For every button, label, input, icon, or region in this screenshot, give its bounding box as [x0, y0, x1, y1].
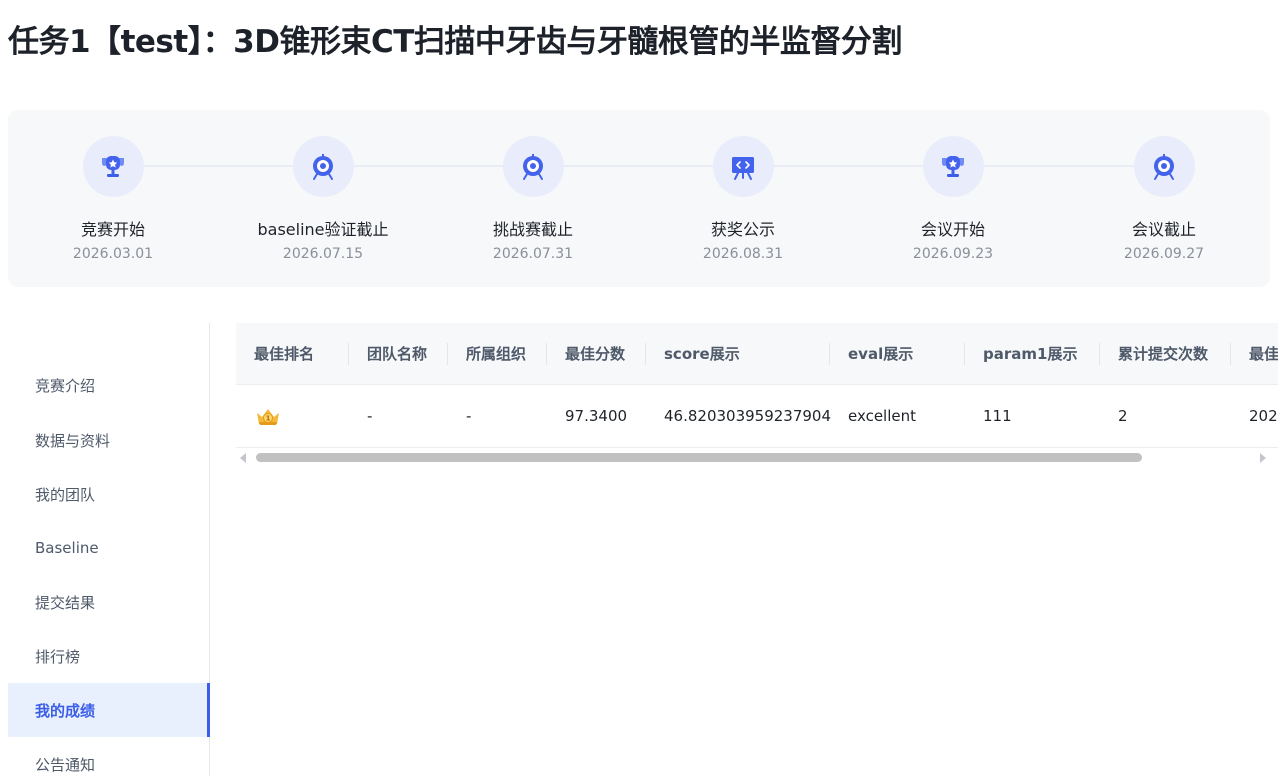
column-header-label: 团队名称 — [367, 345, 428, 363]
best-time-cell: 202 — [1249, 407, 1278, 425]
column-header: 所属组织 — [448, 323, 547, 384]
timeline-step-award-announcement: 获奖公示 2026.08.31 — [643, 136, 843, 262]
sidebar-item-my-results[interactable]: 我的成绩 — [8, 683, 210, 737]
eval-show-cell: excellent — [848, 407, 917, 425]
column-header-label: score展示 — [664, 345, 740, 363]
column-header: 最佳 — [1231, 323, 1278, 384]
target-icon — [502, 136, 564, 197]
sidebar-item-label: 竞赛介绍 — [35, 376, 96, 395]
column-header-label: 最佳分数 — [565, 345, 626, 363]
column-header-label: eval展示 — [848, 345, 914, 363]
timeline-step-conference-start: 会议开始 2026.09.23 — [853, 136, 1053, 262]
team-name-cell: - — [367, 407, 373, 425]
trophy-icon — [82, 136, 144, 197]
competition-timeline: 竞赛开始 2026.03.01 baseline验证截止 2026.07.15 — [8, 110, 1270, 287]
timeline-step-baseline-deadline: baseline验证截止 2026.07.15 — [223, 136, 423, 262]
table-row: 1 - - 97.3400 46.820303959237904 excelle… — [236, 385, 1278, 448]
timeline-step-conference-end: 会议截止 2026.09.27 — [1064, 136, 1264, 262]
column-header: 团队名称 — [349, 323, 448, 384]
column-header-label: 最佳 — [1249, 345, 1278, 363]
target-icon — [292, 136, 354, 197]
timeline-label: 获奖公示 — [710, 220, 775, 239]
sidebar-nav: 竞赛介绍 数据与资料 我的团队 Baseline 提交结果 排行榜 我的成绩 公… — [8, 323, 210, 776]
column-header: 最佳分数 — [547, 323, 646, 384]
sidebar-item-my-team[interactable]: 我的团队 — [8, 467, 209, 521]
results-table: 最佳排名 团队名称 所属组织 最佳分数 score展示 eval展示 param… — [236, 323, 1278, 468]
param1-show-cell: 111 — [983, 407, 1012, 425]
organization-cell: - — [466, 407, 472, 425]
horizontal-scrollbar[interactable] — [236, 449, 1270, 467]
sidebar-item-label: 我的成绩 — [35, 701, 96, 720]
sidebar-item-label: 排行榜 — [35, 647, 81, 666]
column-header: eval展示 — [830, 323, 965, 384]
column-header: 最佳排名 — [236, 323, 349, 384]
scroll-right-arrow-icon[interactable] — [1260, 453, 1266, 463]
timeline-date: 2026.09.23 — [912, 246, 994, 262]
score-show-cell: 46.820303959237904 — [664, 407, 832, 425]
svg-text:1: 1 — [266, 415, 271, 423]
sidebar-item-label: 提交结果 — [35, 593, 96, 612]
column-header-label: 所属组织 — [466, 345, 527, 363]
scrollbar-thumb[interactable] — [256, 453, 1142, 462]
column-header: 累计提交次数 — [1100, 323, 1231, 384]
timeline-label: 竞赛开始 — [80, 220, 145, 239]
timeline-label: 会议开始 — [920, 220, 985, 239]
trophy-icon — [922, 136, 984, 197]
timeline-label: 会议截止 — [1131, 220, 1196, 239]
sidebar-item-baseline[interactable]: Baseline — [8, 521, 209, 575]
timeline-date: 2026.08.31 — [702, 246, 784, 262]
column-header-label: 累计提交次数 — [1118, 345, 1209, 363]
sidebar-item-label: 公告通知 — [35, 755, 96, 774]
column-header: param1展示 — [965, 323, 1100, 384]
timeline-step-start: 竞赛开始 2026.03.01 — [13, 136, 213, 262]
column-header: score展示 — [646, 323, 830, 384]
submit-count-cell: 2 — [1118, 407, 1128, 425]
timeline-step-challenge-deadline: 挑战赛截止 2026.07.31 — [433, 136, 633, 262]
column-header-label: 最佳排名 — [254, 345, 315, 363]
sidebar-item-label: 数据与资料 — [35, 431, 111, 450]
best-score-cell: 97.3400 — [565, 407, 628, 425]
target-icon — [1133, 136, 1195, 197]
sidebar-item-label: 我的团队 — [35, 485, 96, 504]
sidebar-item-submit[interactable]: 提交结果 — [8, 575, 209, 629]
presentation-icon — [712, 136, 774, 197]
sidebar-item-label: Baseline — [35, 539, 99, 557]
timeline-label: baseline验证截止 — [257, 220, 389, 239]
page-title: 任务1【test】：3D锥形束CT扫描中牙齿与牙髓根管的半监督分割 — [8, 24, 902, 60]
scroll-left-arrow-icon[interactable] — [240, 453, 246, 463]
timeline-date: 2026.03.01 — [72, 246, 154, 262]
crown-medal-icon: 1 — [257, 409, 279, 425]
rank-cell: 1 — [236, 385, 349, 447]
sidebar-item-data[interactable]: 数据与资料 — [8, 413, 209, 467]
column-header-label: param1展示 — [983, 345, 1078, 363]
timeline-date: 2026.09.27 — [1123, 246, 1205, 262]
timeline-label: 挑战赛截止 — [492, 220, 573, 239]
timeline-date: 2026.07.15 — [282, 246, 364, 262]
sidebar-item-intro[interactable]: 竞赛介绍 — [8, 358, 209, 412]
sidebar-item-leaderboard[interactable]: 排行榜 — [8, 629, 209, 683]
timeline-date: 2026.07.31 — [492, 246, 574, 262]
table-header-row: 最佳排名 团队名称 所属组织 最佳分数 score展示 eval展示 param… — [236, 323, 1278, 385]
sidebar-item-announcements[interactable]: 公告通知 — [8, 737, 209, 776]
